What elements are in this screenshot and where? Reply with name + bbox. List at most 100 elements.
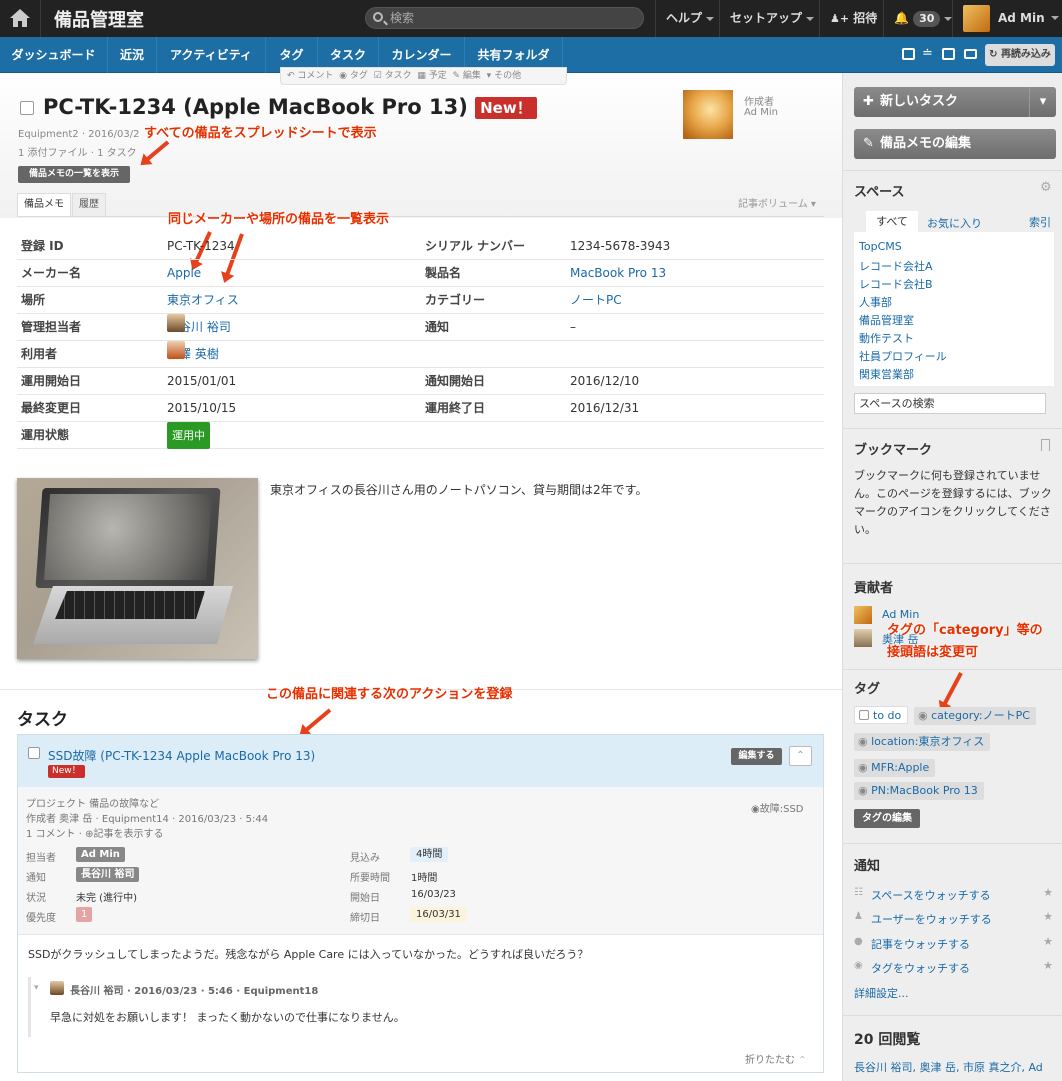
tag-mfr[interactable]: ◉ MFR:Apple [854, 759, 936, 777]
tag-edit-button[interactable]: タグの編集 [854, 809, 920, 828]
title-checkbox[interactable] [20, 101, 34, 115]
toolbar-more[interactable]: その他 [494, 71, 521, 81]
space-link[interactable]: 社員プロフィール [859, 348, 947, 364]
avatar [963, 5, 990, 32]
task-tag[interactable]: ◉故障:SSD [751, 800, 804, 815]
nav-dashboard[interactable]: ダッシュボード [0, 37, 108, 73]
notify-badge: 長谷川 裕司 [76, 867, 140, 882]
annotation-tag-prefix-2: 接頭語は変更可 [887, 645, 979, 660]
nav-activity[interactable]: アクティビティ [157, 37, 266, 73]
toolbar-edit[interactable]: 編集 [463, 71, 481, 81]
tag-todo[interactable]: to do [854, 706, 909, 724]
space-search-input[interactable]: スペースの検索 [854, 393, 1046, 414]
help-menu[interactable]: ヘルプ [655, 0, 724, 37]
assignee-value: Ad Min [76, 847, 125, 862]
article-attachments: 1 添付ファイル · 1 タスク [18, 148, 137, 159]
star-icon[interactable]: ★ [1043, 959, 1053, 972]
toolbar-tag[interactable]: タグ [350, 71, 368, 81]
watch-space-link[interactable]: スペースをウォッチする [871, 887, 991, 903]
new-badge: New！ [475, 97, 537, 119]
star-icon[interactable]: ★ [1043, 935, 1053, 948]
author-name[interactable]: Ad Min [744, 107, 778, 118]
space-link[interactable]: 動作テスト [859, 330, 914, 346]
manager-value: 長谷川 裕司 [167, 314, 231, 341]
home-icon[interactable] [8, 7, 32, 29]
spaces-tab-all[interactable]: すべて [866, 211, 918, 233]
tag-label: location:東京オフィス [871, 735, 985, 748]
notify-title: 通知 [854, 859, 881, 874]
mail-icon[interactable] [964, 49, 977, 59]
setup-menu[interactable]: セットアップ [719, 0, 824, 37]
product-link[interactable]: MacBook Pro 13 [570, 260, 666, 287]
reload-button[interactable]: ↻ 再読み込み [985, 44, 1055, 66]
show-list-button[interactable]: 備品メモの一覧を表示 [18, 166, 130, 183]
notifications-button[interactable]: 🔔 30 [883, 0, 962, 37]
task-title[interactable]: SSD故障 (PC-TK-1234 Apple MacBook Pro 13) [48, 747, 315, 764]
watch-tag-link[interactable]: タグをウォッチする [871, 960, 970, 976]
category-link[interactable]: ノートPC [570, 287, 622, 314]
star-icon[interactable]: ★ [1043, 886, 1053, 899]
task-meta: プロジェクト 備品の故障など 作成者 奥津 岳 · Equipment14 · … [18, 787, 823, 935]
tag-label: category:ノートPC [931, 709, 1030, 722]
tab-memo[interactable]: 備品メモ [17, 193, 71, 217]
space-link[interactable]: 関東営業部 [859, 366, 914, 382]
annotation-arrow [940, 672, 963, 710]
task-edit-button[interactable]: 編集する [731, 748, 782, 765]
search-input[interactable]: 検索 [365, 7, 644, 29]
star-icon[interactable]: ★ [1043, 910, 1053, 923]
tag-pn[interactable]: ◉ PN:MacBook Pro 13 [854, 782, 984, 800]
rss-icon[interactable]: ≐ [922, 46, 933, 61]
print-icon[interactable] [902, 48, 915, 60]
gear-icon[interactable]: ⚙ [1040, 180, 1052, 195]
tag-label: MFR:Apple [871, 761, 930, 774]
chevron-down-icon[interactable]: ▾ [1029, 87, 1056, 117]
chevron-down-icon[interactable]: ▾ [34, 983, 39, 993]
author-avatar[interactable] [683, 90, 733, 139]
edit-memo-button[interactable]: ✎ 備品メモの編集 [854, 129, 1056, 159]
tag-checkbox[interactable] [859, 710, 869, 720]
watch-user-link[interactable]: ユーザーをウォッチする [871, 911, 992, 927]
toolbar-task[interactable]: タスク [385, 71, 412, 81]
task-checkbox[interactable] [28, 747, 40, 759]
show-article-link[interactable]: 記事を表示する [93, 829, 163, 840]
space-link[interactable]: レコード会社B [859, 276, 933, 292]
toolbar-event[interactable]: 予定 [429, 71, 447, 81]
bookmark-icon[interactable] [1041, 439, 1050, 451]
spaces-tab-index[interactable]: 索引 [1029, 214, 1051, 230]
invite-button[interactable]: ♟+ 招待 [819, 0, 887, 37]
place-link[interactable]: 東京オフィス [167, 287, 239, 314]
user-menu[interactable]: Ad Min [952, 0, 1062, 37]
save-icon[interactable] [942, 48, 955, 60]
avatar [167, 341, 185, 359]
spaces-tab-favorites[interactable]: お気に入り [927, 215, 982, 231]
app-title[interactable]: 備品管理室 [54, 6, 144, 32]
collapse-icon[interactable]: ⌃ [789, 746, 812, 766]
task-project: プロジェクト 備品の故障など [26, 799, 160, 810]
tag-icon: ◉ [858, 784, 868, 797]
collapse-link[interactable]: 折りたたむ ⌃ [745, 1051, 807, 1066]
top-bar: 備品管理室 検索 ヘルプ セットアップ ♟+ 招待 🔔 30 Ad Min [0, 0, 1062, 37]
space-link[interactable]: 備品管理室 [859, 312, 914, 328]
estimate-label: 見込み [350, 853, 380, 864]
watch-article-link[interactable]: 記事をウォッチする [871, 936, 970, 952]
space-link[interactable]: 人事部 [859, 294, 892, 310]
viewers-list[interactable]: 長谷川 裕司, 奥津 岳, 市原 真之介, Ad [854, 1059, 1043, 1075]
toolbar-comment[interactable]: コメント [297, 71, 333, 81]
field-value: 2015/10/15 [167, 401, 237, 415]
nav-news[interactable]: 近況 [108, 37, 157, 73]
tag-category[interactable]: ◉ category:ノートPC [914, 707, 1036, 725]
estimate-value: 4時間 [410, 847, 449, 862]
tab-history[interactable]: 履歴 [72, 193, 106, 217]
check-icon: ☑ [373, 71, 382, 81]
maker-link[interactable]: Apple [167, 260, 201, 287]
notify-detail-link[interactable]: 詳細設定... [854, 985, 909, 1001]
tag-location[interactable]: ◉ location:東京オフィス [854, 733, 991, 751]
sidebar-divider [843, 563, 1062, 564]
article-volume[interactable]: 記事ボリューム ▾ [738, 195, 816, 210]
laptop-lid [35, 488, 221, 588]
space-link[interactable]: レコード会社A [859, 258, 933, 274]
new-task-button[interactable]: ✚ 新しいタスク ▾ [854, 87, 1056, 117]
start-label: 開始日 [350, 893, 380, 904]
space-link[interactable]: TopCMS [859, 240, 902, 253]
equipment-photo[interactable] [17, 478, 258, 659]
